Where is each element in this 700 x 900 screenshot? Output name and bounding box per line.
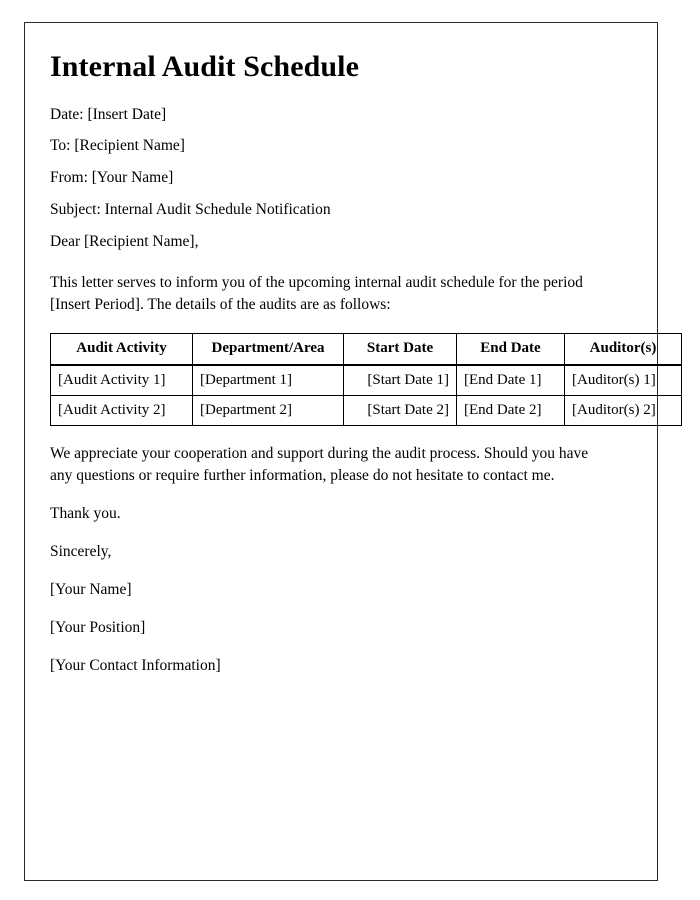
header-field-to: To: [Recipient Name] (50, 137, 185, 155)
closing-paragraph: We appreciate your cooperation and suppo… (50, 445, 589, 485)
header-field-date: Date: [Insert Date] (50, 105, 167, 123)
cell-auditors: [Auditor(s) 1] (565, 365, 682, 397)
table-row: [Audit Activity 1] [Department 1] [Start… (50, 365, 682, 397)
table-row: [Audit Activity 2] [Department 2] [Start… (50, 396, 682, 427)
signature-contact-information: [Your Contact Information] (50, 656, 221, 674)
column-header-end-date: End Date (457, 333, 565, 366)
document-body: Internal Audit Schedule Date: [Insert Da… (50, 48, 682, 677)
thank-you-line: Thank you. (50, 505, 121, 523)
header-field-subject: Subject: Internal Audit Schedule Notific… (50, 201, 331, 219)
signoff-line: Sincerely, (50, 543, 112, 561)
cell-audit-activity: [Audit Activity 1] (50, 365, 193, 397)
cell-department: [Department 1] (193, 365, 344, 397)
header-field-from: From: [Your Name] (50, 169, 174, 187)
column-header-start-date: Start Date (344, 333, 457, 366)
cell-auditors: [Auditor(s) 2] (565, 396, 682, 427)
column-header-department-area: Department/Area (193, 333, 344, 366)
cell-department: [Department 2] (193, 396, 344, 427)
intro-paragraph: This letter serves to inform you of the … (50, 274, 583, 314)
page-title: Internal Audit Schedule (50, 50, 360, 83)
salutation: Dear [Recipient Name], (50, 233, 199, 251)
table-header-row: Audit Activity Department/Area Start Dat… (50, 333, 682, 366)
document-page: Internal Audit Schedule Date: [Insert Da… (24, 22, 682, 881)
cell-start-date: [Start Date 2] (344, 396, 457, 427)
cell-audit-activity: [Audit Activity 2] (50, 396, 193, 427)
schedule-table-container: Audit Activity Department/Area Start Dat… (50, 316, 682, 427)
cell-end-date: [End Date 2] (457, 396, 565, 427)
signature-name: [Your Name] (50, 580, 132, 598)
cell-start-date: [Start Date 1] (344, 365, 457, 397)
column-header-auditors: Auditor(s) (565, 333, 682, 366)
signature-position: [Your Position] (50, 618, 146, 636)
cell-end-date: [End Date 1] (457, 365, 565, 397)
column-header-audit-activity: Audit Activity (50, 333, 193, 366)
audit-schedule-table: Audit Activity Department/Area Start Dat… (50, 333, 682, 427)
